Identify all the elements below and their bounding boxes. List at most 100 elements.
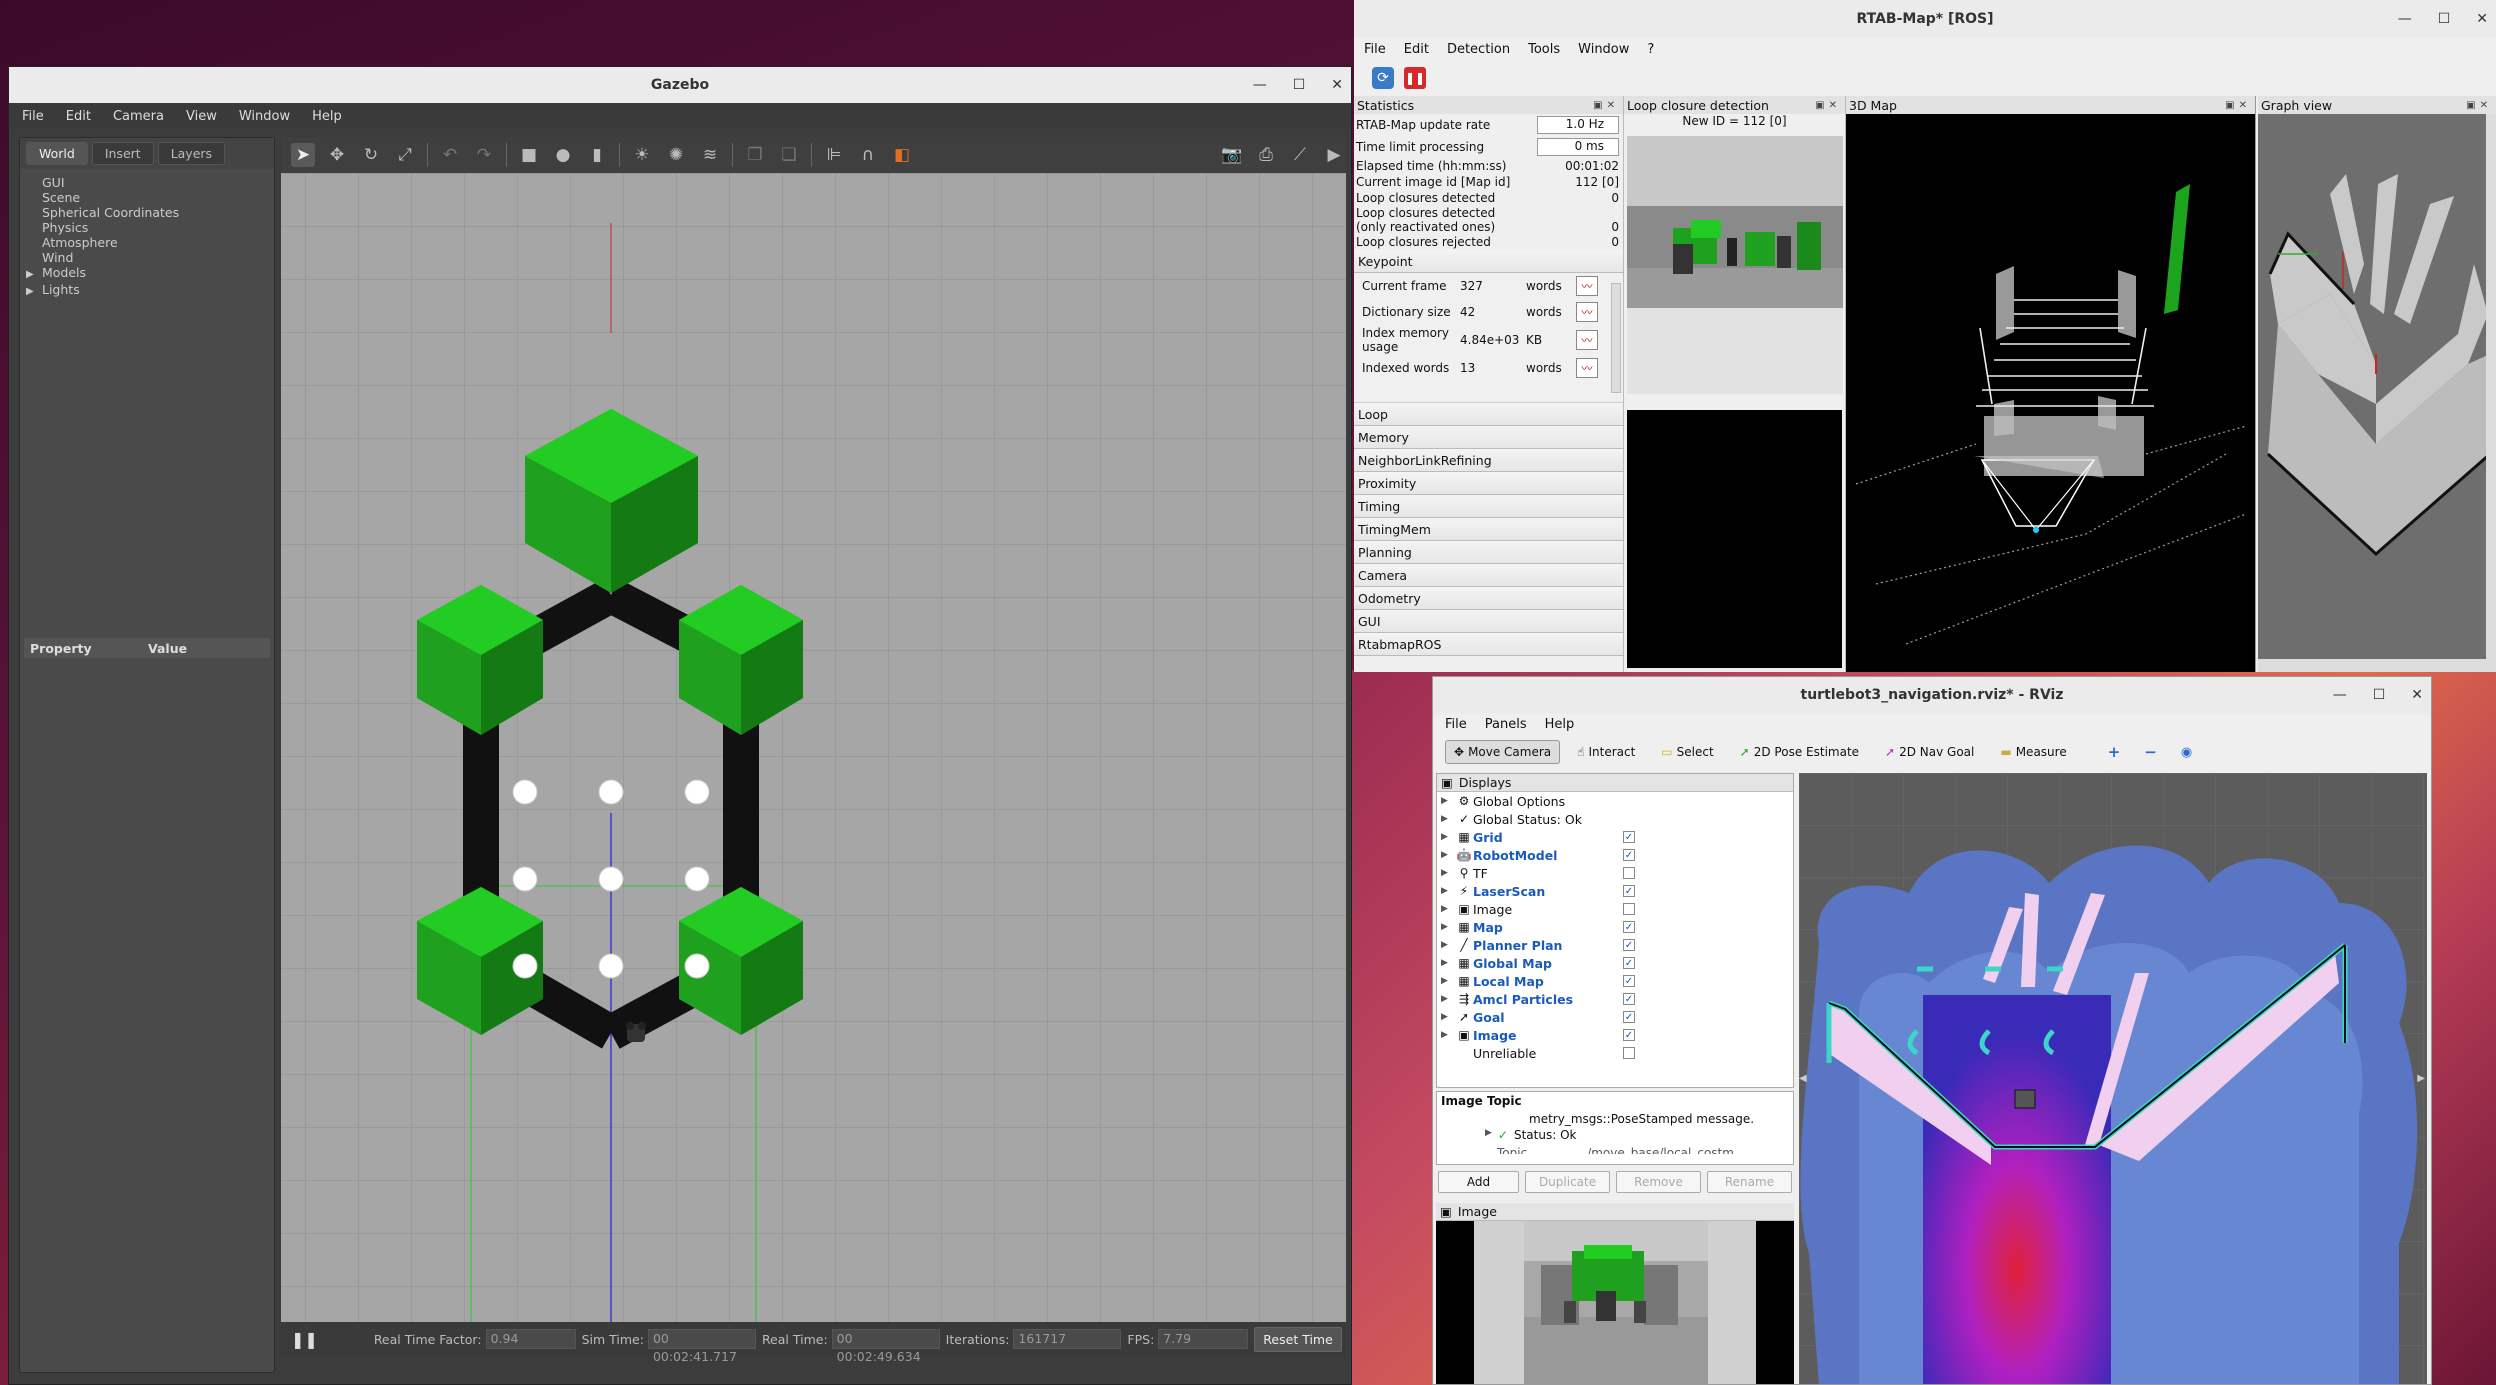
plot-icon[interactable]: 〰 [1576,276,1598,296]
display-item[interactable]: ▶ ▦ Global Map ✓ [1437,954,1793,972]
maximize-icon[interactable]: ☐ [2438,11,2451,27]
display-item[interactable]: ▶ ⚙ Global Options [1437,792,1793,810]
enable-checkbox[interactable]: ✓ [1623,1011,1635,1023]
enable-checkbox[interactable] [1623,903,1635,915]
nav-goal-tool[interactable]: ➚ 2D Nav Goal [1876,740,1983,764]
enable-checkbox[interactable]: ✓ [1623,921,1635,933]
group-timing[interactable]: Timing [1354,495,1623,518]
close-icon[interactable]: ✕ [2411,687,2423,703]
display-item[interactable]: ▶ ✓ Global Status: Ok [1437,810,1793,828]
group-camera[interactable]: Camera [1354,564,1623,587]
group-memory[interactable]: Memory [1354,426,1623,449]
screenshot-icon[interactable]: 📷 [1220,143,1244,167]
cylinder-icon[interactable]: ▮ [585,143,609,167]
close-icon[interactable]: ✕ [1331,77,1343,93]
camera-type-icon[interactable]: ◉ [2181,745,2192,760]
minimize-icon[interactable]: — [1253,77,1267,93]
menu-window[interactable]: Window [239,109,290,124]
close-icon[interactable]: ✕ [2476,11,2488,27]
menu-tools[interactable]: Tools [1528,42,1560,57]
plot-icon[interactable]: ⟋ [1288,143,1312,167]
enable-checkbox[interactable]: ✓ [1623,831,1635,843]
menu-file[interactable]: File [1445,717,1467,732]
add-button[interactable]: Add [1438,1171,1520,1193]
view-collapse-left-icon[interactable]: ◀ [1799,1073,1807,1084]
sphere-icon[interactable]: ● [551,143,575,167]
menu-file[interactable]: File [22,109,44,124]
menu-window[interactable]: Window [1578,42,1629,57]
menu-help[interactable]: Help [312,109,342,124]
expand-arrow-icon[interactable]: ▶ [1441,922,1455,932]
remove-button[interactable]: Remove [1616,1171,1701,1193]
undo-icon[interactable]: ↶ [438,143,462,167]
pose-estimate-tool[interactable]: ➚ 2D Pose Estimate [1731,740,1868,764]
directional-light-icon[interactable]: ≋ [698,143,722,167]
log-icon[interactable]: ⎙ [1254,143,1278,167]
view-collapse-right-icon[interactable]: ▶ [2417,1073,2425,1084]
group-timingmem[interactable]: TimingMem [1354,518,1623,541]
tree-item[interactable]: Spherical Coordinates [26,205,274,220]
measure-tool[interactable]: ▬ Measure [1991,740,2075,764]
refresh-icon[interactable]: ⟳ [1372,67,1394,89]
display-item[interactable]: ▶ ▣ Image ✓ [1437,1026,1793,1044]
menu-panels[interactable]: Panels [1485,717,1527,732]
enable-checkbox[interactable]: ✓ [1623,939,1635,951]
enable-checkbox[interactable]: ✓ [1623,957,1635,969]
time-limit-spinbox[interactable]: 0 ms [1537,138,1619,156]
expand-arrow-icon[interactable]: ▶ [1441,868,1455,878]
maximize-icon[interactable]: ☐ [2373,687,2386,703]
menu-edit[interactable]: Edit [66,109,91,124]
keypoint-scrollbar[interactable] [1611,283,1621,393]
expand-arrow-icon[interactable]: ▶ [1441,850,1455,860]
expand-arrow-icon[interactable]: ▶ [1441,832,1455,842]
display-item[interactable]: ▶ 🤖 RobotModel ✓ [1437,846,1793,864]
dock-buttons-icon[interactable]: ▣✕ [1593,100,1623,111]
enable-checkbox[interactable]: ✓ [1623,975,1635,987]
group-planning[interactable]: Planning [1354,541,1623,564]
menu-file[interactable]: File [1364,42,1386,57]
tree-item[interactable]: Scene [26,190,274,205]
group-keypoint[interactable]: Keypoint [1354,250,1623,273]
point-light-icon[interactable]: ☀ [630,143,654,167]
snap-icon[interactable]: ∩ [856,143,880,167]
plot-icon[interactable]: 〰 [1576,330,1598,350]
select-tool[interactable]: ▭ Select [1652,740,1722,764]
expand-arrow-icon[interactable]: ▶ [26,267,42,282]
tab-world[interactable]: World [26,142,88,165]
reset-time-button[interactable]: Reset Time [1254,1326,1342,1352]
expand-arrow-icon[interactable]: ▶ [1441,994,1455,1004]
display-item[interactable]: ▶ ⇶ Amcl Particles ✓ [1437,990,1793,1008]
dock-buttons-icon[interactable]: ▣✕ [2225,100,2255,111]
expand-arrow-icon[interactable]: ▶ [26,284,42,299]
enable-checkbox[interactable]: ✓ [1623,1029,1635,1041]
expand-arrow-icon[interactable]: ▶ [1441,1030,1455,1040]
box-icon[interactable]: ■ [517,143,541,167]
enable-checkbox[interactable] [1623,1047,1635,1059]
menu-help[interactable]: ? [1647,42,1654,57]
redo-icon[interactable]: ↷ [472,143,496,167]
change-view-icon[interactable]: ◧ [890,143,914,167]
display-item[interactable]: ▶ ▦ Grid ✓ [1437,828,1793,846]
graph-view-canvas[interactable] [2258,114,2496,659]
display-item[interactable]: ▶ ➚ Goal ✓ [1437,1008,1793,1026]
pause-icon[interactable]: ❚❚ [1404,67,1426,89]
expand-arrow-icon[interactable]: ▶ [1441,976,1455,986]
dock-buttons-icon[interactable]: ▣✕ [2466,100,2496,111]
minimize-icon[interactable]: — [2398,11,2412,27]
select-mode-icon[interactable]: ➤ [291,143,315,167]
duplicate-button[interactable]: Duplicate [1525,1171,1611,1193]
expand-arrow-icon[interactable]: ▶ [1441,1012,1455,1022]
group-proximity[interactable]: Proximity [1354,472,1623,495]
interact-tool[interactable]: ☝ Interact [1568,740,1644,764]
expand-arrow-icon[interactable]: ▶ [1485,1128,1492,1146]
maximize-icon[interactable]: ☐ [1293,77,1306,93]
display-item[interactable]: ▶ ▦ Local Map ✓ [1437,972,1793,990]
expand-arrow-icon[interactable]: ▶ [1441,904,1455,914]
plot-icon[interactable]: 〰 [1576,358,1598,378]
enable-checkbox[interactable]: ✓ [1623,993,1635,1005]
update-rate-spinbox[interactable]: 1.0 Hz [1537,116,1619,134]
expand-arrow-icon[interactable]: ▶ [1441,886,1455,896]
rotate-icon[interactable]: ↻ [359,143,383,167]
display-item[interactable]: ▶ ▦ Map ✓ [1437,918,1793,936]
move-camera-tool[interactable]: ✥ Move Camera [1445,740,1561,764]
